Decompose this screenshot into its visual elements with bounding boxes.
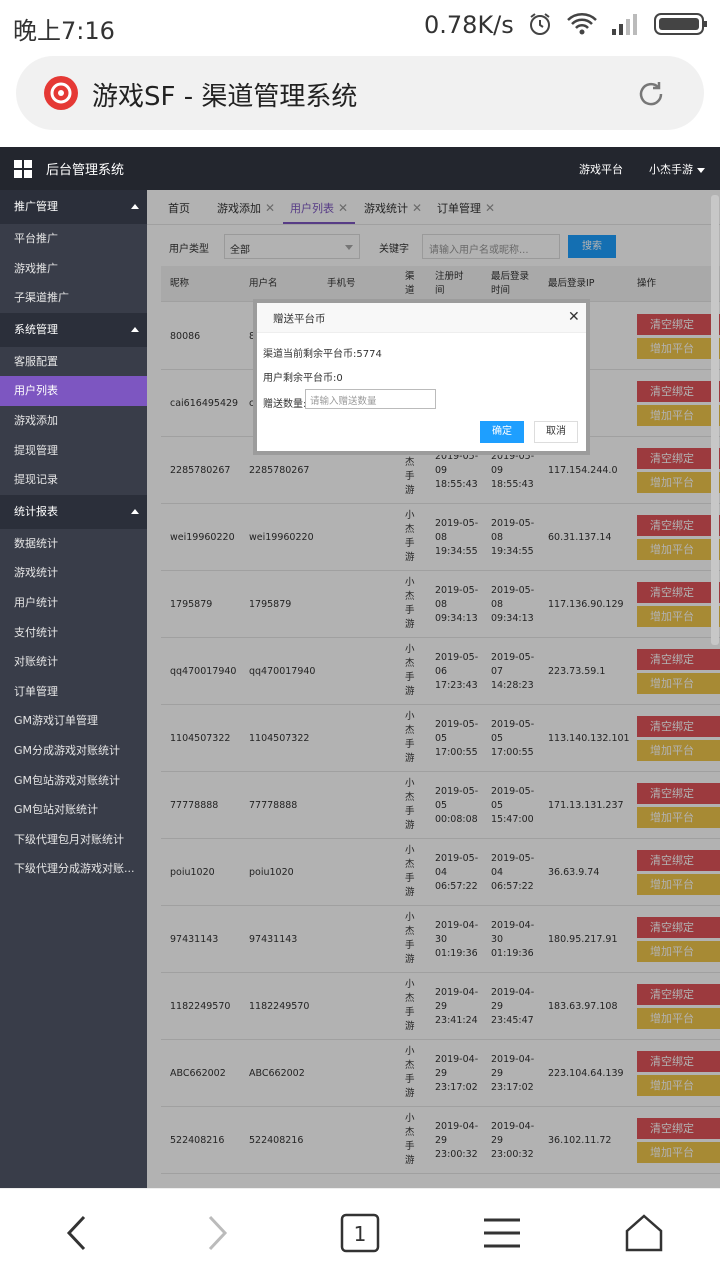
wifi-icon (567, 13, 597, 35)
admin-header: 后台管理系统 游戏平台 小杰手游 (0, 147, 720, 190)
sidebar-item[interactable]: 下级代理分成游戏对账... (0, 854, 147, 884)
browser-bottom-nav: 1 (0, 1188, 720, 1280)
battery-icon (654, 13, 707, 35)
sidebar-group[interactable]: 统计报表 (0, 494, 147, 529)
site-logo-icon (44, 76, 78, 110)
sidebar-item[interactable]: 支付统计 (0, 618, 147, 648)
dialog-header: 赠送平台币 ✕ (257, 303, 586, 333)
chevron-up-icon (131, 508, 139, 514)
reload-icon[interactable] (636, 79, 666, 109)
sidebar-item[interactable]: 游戏统计 (0, 558, 147, 588)
cancel-button[interactable]: 取消 (534, 421, 578, 443)
page-title: 游戏SF - 渠道管理系统 (92, 82, 358, 112)
forward-icon[interactable] (200, 1213, 234, 1253)
home-icon[interactable] (624, 1213, 664, 1253)
user-name: 小杰手游 (649, 163, 693, 176)
sidebar-item[interactable]: 用户列表 (0, 376, 147, 406)
sidebar-item[interactable]: 提现管理 (0, 436, 147, 466)
tabs-icon[interactable]: 1 (340, 1213, 380, 1253)
sidebar-item[interactable]: GM包站游戏对账统计 (0, 766, 147, 796)
back-icon[interactable] (60, 1213, 94, 1253)
menu-icon[interactable] (482, 1213, 522, 1253)
chevron-up-icon (131, 326, 139, 332)
grid-menu-icon[interactable] (14, 160, 32, 178)
sidebar-item[interactable]: 订单管理 (0, 677, 147, 707)
gift-coin-dialog: 赠送平台币 ✕ 渠道当前剩余平台币:5774 用户剩余平台币:0 赠送数量: 请… (253, 299, 590, 455)
sidebar-group[interactable]: 推广管理 (0, 190, 147, 224)
alarm-icon (530, 13, 550, 35)
confirm-button[interactable]: 确定 (480, 421, 524, 443)
sidebar: 推广管理平台推广 游戏推广 子渠道推广系统管理客服配置 用户列表 游戏添加 提现管理 提现记… (0, 190, 147, 1188)
clock: 晚上7:16 (13, 17, 115, 45)
sidebar-item[interactable]: GM分成游戏对账统计 (0, 736, 147, 766)
sidebar-group-label: 系统管理 (14, 322, 58, 336)
sidebar-group-label: 统计报表 (14, 504, 58, 518)
sidebar-item[interactable]: GM包站对账统计 (0, 795, 147, 825)
amount-label: 赠送数量: (263, 399, 307, 410)
chevron-down-icon (696, 167, 705, 173)
sidebar-item[interactable]: 对账统计 (0, 647, 147, 677)
dialog-title: 赠送平台币 (273, 313, 326, 325)
user-menu[interactable]: 小杰手游 (649, 161, 705, 177)
platform-link[interactable]: 游戏平台 (579, 161, 623, 177)
sidebar-item[interactable]: 子渠道推广 (0, 283, 147, 313)
address-bar[interactable]: 游戏SF - 渠道管理系统 (16, 56, 704, 130)
scrollbar[interactable] (711, 195, 719, 645)
sidebar-item[interactable]: 游戏推广 (0, 254, 147, 284)
sidebar-item[interactable]: GM游戏订单管理 (0, 706, 147, 736)
sidebar-group[interactable]: 系统管理 (0, 312, 147, 347)
sidebar-item[interactable]: 游戏添加 (0, 406, 147, 436)
sidebar-item[interactable]: 提现记录 (0, 465, 147, 495)
channel-balance: 渠道当前剩余平台币:5774 (263, 349, 382, 360)
sidebar-item[interactable]: 用户统计 (0, 588, 147, 618)
status-bar: 晚上7:16 0.78K/s (0, 0, 720, 50)
close-icon[interactable]: ✕ (568, 309, 580, 325)
user-balance: 用户剩余平台币:0 (263, 373, 343, 384)
sidebar-item[interactable]: 客服配置 (0, 347, 147, 377)
svg-text:1: 1 (354, 1222, 367, 1246)
sidebar-item[interactable]: 平台推广 (0, 224, 147, 254)
sidebar-item[interactable]: 数据统计 (0, 529, 147, 559)
system-title: 后台管理系统 (46, 163, 125, 178)
sidebar-group-label: 推广管理 (14, 200, 58, 213)
signal-icon (612, 14, 637, 35)
amount-input[interactable]: 请输入赠送数量 (305, 389, 436, 409)
chevron-up-icon (131, 204, 139, 209)
network-speed: 0.78K/s (424, 11, 514, 39)
sidebar-item[interactable]: 下级代理包月对账统计 (0, 825, 147, 855)
